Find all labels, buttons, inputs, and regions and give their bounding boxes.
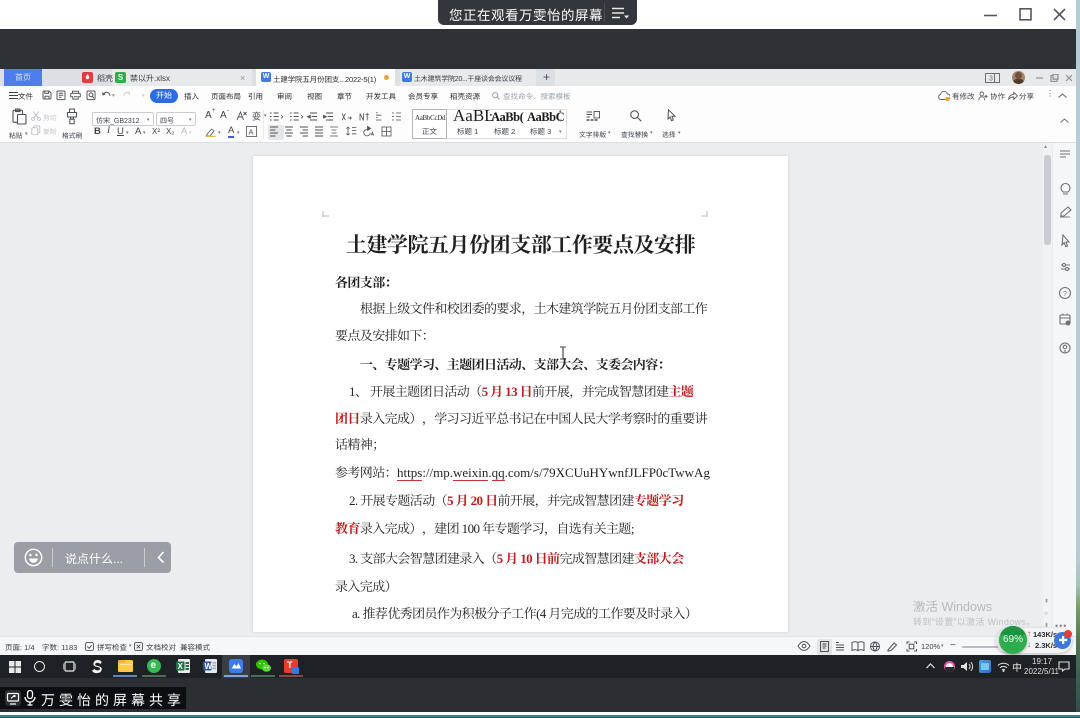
svg-text:A: A (249, 128, 254, 137)
svg-text:娈: 娈 (252, 111, 261, 121)
svg-text:3: 3 (989, 76, 993, 83)
svg-text:?: ? (1063, 291, 1067, 298)
svg-text:W: W (205, 662, 213, 671)
svg-text:X: X (178, 662, 184, 671)
